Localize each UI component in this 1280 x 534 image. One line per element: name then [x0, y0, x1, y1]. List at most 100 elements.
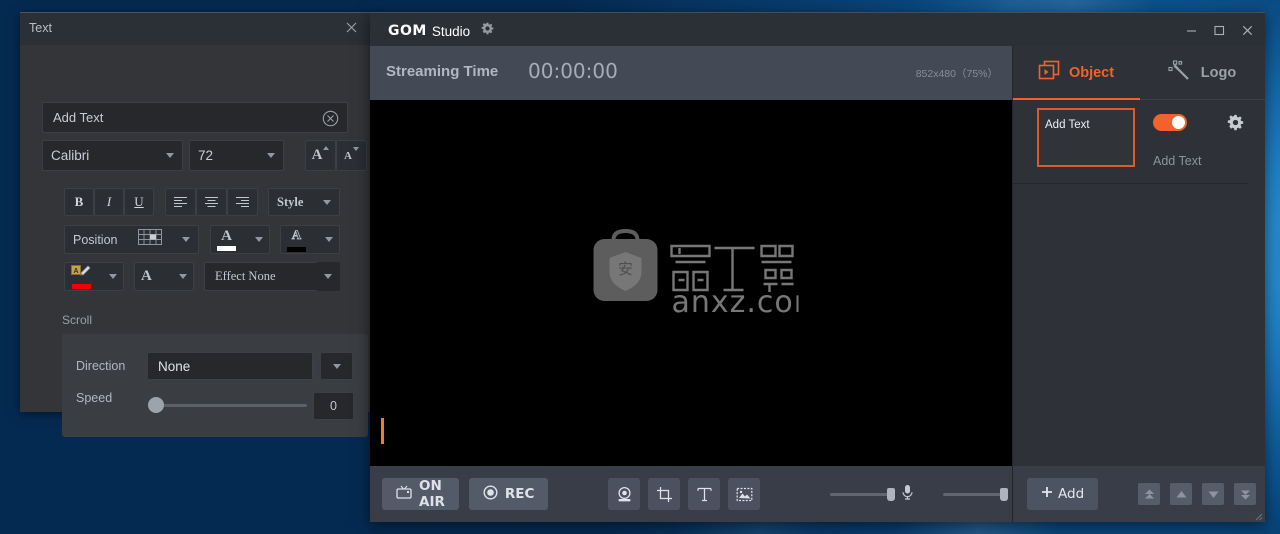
text-color-button[interactable]: A [210, 225, 270, 254]
on-air-label: ON AIR [419, 478, 445, 510]
underline-button[interactable]: U [124, 188, 154, 216]
style-label: Style [277, 194, 304, 209]
minimize-button[interactable] [1177, 13, 1205, 47]
move-down-icon[interactable] [1202, 483, 1225, 505]
shadow-label: A [141, 268, 152, 284]
stage-column: Streaming Time 00:00:00 852x480（75%） 安 a… [370, 46, 1029, 522]
close-icon[interactable] [340, 18, 362, 40]
plus-icon [1041, 486, 1053, 502]
speed-slider-track[interactable] [152, 404, 307, 407]
move-to-top-icon[interactable] [1138, 483, 1161, 505]
watermark-logo: 安 anxz.com [584, 222, 823, 322]
resize-grip[interactable] [1251, 508, 1263, 521]
resolution-indicator: 852x480（75%） [915, 68, 998, 80]
microphone-icon[interactable] [900, 484, 915, 505]
chevron-down-icon [332, 363, 341, 369]
window-controls [1177, 13, 1261, 47]
font-size-select[interactable]: 72 [189, 140, 284, 171]
font-family-select[interactable]: Calibri [42, 140, 183, 171]
gear-icon[interactable] [481, 22, 494, 40]
outline-color-swatch [287, 247, 306, 252]
rec-button[interactable]: REC [468, 478, 549, 510]
app-logo-gom: GOM [388, 23, 427, 39]
align-right-icon[interactable] [227, 188, 258, 216]
speed-slider-thumb[interactable] [148, 397, 164, 413]
object-thumbnail[interactable]: Add Text [1037, 108, 1135, 167]
mic-slider-track[interactable] [830, 487, 896, 501]
tab-logo[interactable]: Logo [1139, 46, 1265, 100]
style-button[interactable]: Style [268, 188, 340, 216]
direction-select[interactable]: None [147, 352, 313, 380]
playback-toolbar: ON AIR REC [370, 466, 1029, 522]
text-panel-title: Text [29, 21, 52, 35]
svg-text:A: A [73, 268, 78, 275]
gear-icon[interactable] [1227, 114, 1244, 136]
chevron-down-icon [267, 153, 275, 158]
effect-dropdown-button[interactable] [316, 262, 340, 291]
tab-object[interactable]: Object [1013, 46, 1139, 100]
tv-icon [396, 485, 412, 503]
text-color-swatch [217, 246, 236, 251]
on-air-button[interactable]: ON AIR [382, 478, 459, 510]
chevron-down-icon [323, 199, 331, 205]
font-size-value: 72 [198, 148, 214, 163]
position-button[interactable]: Position [64, 225, 199, 254]
streaming-time-value: 00:00:00 [528, 59, 618, 83]
maximize-button[interactable] [1205, 13, 1233, 47]
italic-label: I [106, 194, 112, 209]
caret-down-icon [352, 147, 359, 151]
align-center-icon[interactable] [196, 188, 227, 216]
text-color-letter: A [221, 228, 232, 244]
outline-color-glyph: A [287, 227, 306, 252]
object-list-item[interactable]: Add Text Add Text [1013, 100, 1265, 184]
object-name-label: Add Text [1153, 154, 1202, 168]
decrease-font-size-button[interactable]: A [336, 140, 367, 171]
italic-button[interactable]: I [94, 188, 124, 216]
gom-titlebar[interactable]: GOM Studio [370, 12, 1265, 46]
text-panel-titlebar[interactable]: Text [20, 12, 370, 45]
move-up-icon[interactable] [1170, 483, 1193, 505]
add-object-button[interactable]: Add [1027, 478, 1099, 510]
app-logo-studio: Studio [431, 23, 471, 39]
text-color-glyph: A [217, 228, 236, 251]
speaker-slider-track[interactable] [943, 487, 1009, 501]
image-icon[interactable] [728, 478, 761, 510]
position-grid-icon [137, 229, 162, 250]
add-text-input[interactable]: Add Text [42, 102, 348, 133]
streaming-time-label: Streaming Time [386, 63, 499, 80]
position-label: Position [73, 232, 118, 247]
text-tool-icon[interactable] [688, 478, 721, 510]
object-layers-icon [1038, 60, 1060, 86]
mic-volume-control[interactable] [830, 484, 915, 505]
scroll-section-label: Scroll [62, 313, 93, 327]
highlight-color-button[interactable]: A [64, 262, 124, 291]
text-shadow-button[interactable]: A [134, 262, 194, 291]
gom-body: Streaming Time 00:00:00 852x480（75%） 安 a… [370, 46, 1265, 522]
align-left-icon[interactable] [165, 188, 196, 216]
chevron-down-icon [255, 237, 263, 242]
right-panel: Object Logo Add Text Add Text Add [1012, 46, 1265, 522]
object-list-empty-area [1013, 184, 1265, 466]
mic-slider-knob[interactable] [887, 487, 896, 501]
speed-value-field[interactable]: 0 [313, 392, 354, 420]
add-text-input-value: Add Text [53, 110, 104, 125]
outline-color-button[interactable]: A [280, 225, 340, 254]
webcam-icon[interactable] [608, 478, 641, 510]
rec-label: REC [504, 486, 535, 502]
increase-font-size-button[interactable]: A [305, 140, 336, 171]
close-button[interactable] [1233, 13, 1261, 47]
effect-value: Effect None [215, 269, 276, 283]
add-object-label: Add [1058, 486, 1085, 502]
speaker-slider-knob[interactable] [1000, 487, 1009, 501]
order-buttons [1138, 483, 1257, 505]
speed-label: Speed [76, 391, 113, 405]
bold-button[interactable]: B [64, 188, 94, 216]
clear-circle-icon[interactable] [322, 110, 339, 127]
object-visibility-toggle[interactable] [1153, 114, 1187, 131]
chevron-down-icon [166, 153, 174, 158]
outline-letter-icon: A [290, 227, 303, 246]
move-to-bottom-icon[interactable] [1234, 483, 1257, 505]
crop-icon[interactable] [648, 478, 681, 510]
direction-dropdown-button[interactable] [321, 352, 353, 380]
video-preview-area[interactable]: 安 anxz.com [370, 100, 1012, 466]
